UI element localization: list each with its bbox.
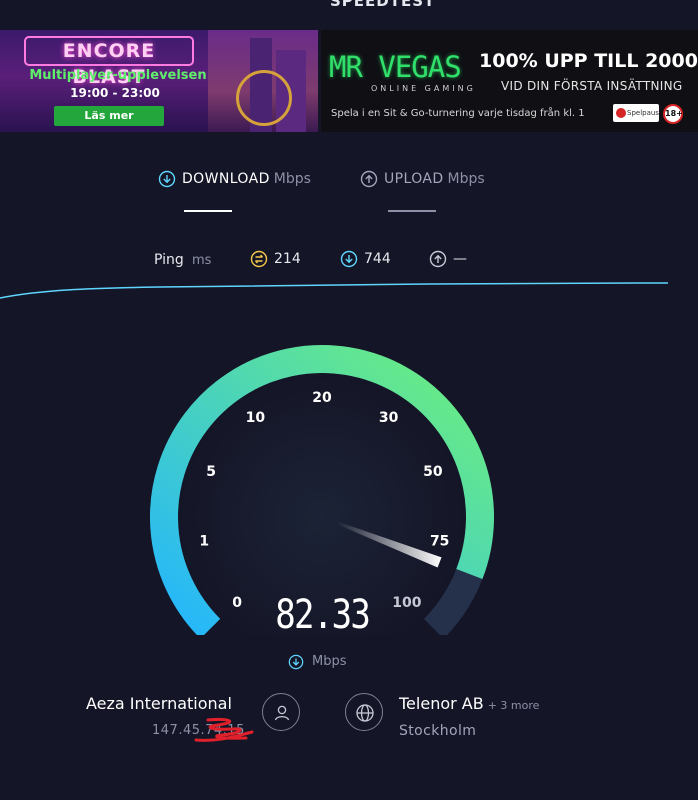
ad-mr-vegas[interactable]: MR VEGAS ONLINE GAMING 100% UPP TILL 200…	[321, 30, 698, 132]
speed-gauge: 0151020305075100	[150, 345, 494, 635]
tab-upload-unit: Mbps	[447, 170, 485, 187]
speed-value: 82.33	[275, 592, 371, 638]
upload-latency-icon	[429, 250, 447, 268]
download-latency-icon	[340, 250, 358, 268]
ad-tagline: Multiplayer-upplevelsen	[29, 68, 207, 83]
ping-download: 744	[340, 250, 391, 270]
download-icon	[158, 170, 176, 187]
tab-download-unit: Mbps	[273, 170, 311, 187]
tab-upload-label: UPLOAD	[384, 170, 444, 187]
gauge-tick-label: 30	[379, 410, 399, 426]
isp-button[interactable]	[262, 693, 300, 731]
ping-idle-value: 214	[274, 251, 301, 267]
ad-logo: MR VEGAS	[329, 50, 462, 84]
tab-upload[interactable]: UPLOAD Mbps	[360, 168, 485, 218]
ping-download-value: 744	[364, 251, 391, 267]
ping-upload: —	[429, 250, 467, 270]
ad-encore-blast[interactable]: ENCORE BLAST Multiplayer-upplevelsen 19:…	[0, 30, 318, 132]
globe-icon	[356, 704, 374, 722]
ping-row: Ping ms 214 744 —	[0, 250, 698, 272]
brand-title: SPEEDTEST	[330, 0, 436, 10]
tab-download[interactable]: DOWNLOAD Mbps	[158, 168, 311, 218]
speed-unit-row: Mbps	[288, 651, 347, 671]
tab-indicator	[388, 210, 436, 212]
gauge-tick-label: 5	[206, 464, 216, 480]
ping-upload-value: —	[453, 251, 467, 267]
gauge-tick-label: 1	[199, 533, 209, 549]
ad-read-more-button[interactable]: Läs mer	[54, 106, 164, 126]
gauge-tick-label: 10	[246, 410, 266, 426]
ping-label: Ping	[154, 252, 184, 268]
download-icon	[288, 654, 304, 669]
gauge-tick-label: 50	[423, 464, 443, 480]
ad-logo-subtitle: ONLINE GAMING	[371, 84, 476, 93]
ping-idle-icon	[250, 250, 268, 268]
gauge-tick-label: 75	[430, 533, 449, 549]
server-location: Stockholm	[399, 723, 477, 739]
ferris-wheel-icon	[236, 70, 292, 126]
server-info: Telenor AB + 3 more Stockholm	[399, 694, 679, 739]
server-name[interactable]: Telenor AB	[399, 694, 484, 713]
spelpaus-badge: Spelpaus	[613, 104, 659, 122]
ad-offer-subtitle: VID DIN FÖRSTA INSÄTTNING	[501, 79, 683, 93]
redaction-scribble	[194, 718, 254, 742]
ad-offer: 100% UPP TILL 2000	[479, 50, 698, 72]
gauge-tick-label: 20	[312, 390, 332, 406]
tab-download-label: DOWNLOAD	[182, 170, 270, 187]
isp-name: Aeza International	[86, 694, 232, 713]
speed-trace-graph	[0, 282, 669, 299]
ad-banner-row: ENCORE BLAST Multiplayer-upplevelsen 19:…	[0, 30, 698, 132]
speed-unit: Mbps	[312, 654, 347, 669]
age-limit-badge: 18+	[663, 104, 683, 124]
server-more-link[interactable]: + 3 more	[488, 699, 540, 712]
ping-unit: ms	[192, 253, 212, 268]
ad-logo: ENCORE BLAST	[24, 36, 194, 88]
test-direction-tabs: DOWNLOAD Mbps UPLOAD Mbps	[0, 168, 698, 218]
user-icon	[274, 705, 290, 721]
ad-promo-text: Spela i en Sit & Go-turnering varje tisd…	[331, 108, 585, 119]
upload-icon	[360, 170, 378, 187]
top-bar: SPEEDTEST	[0, 0, 698, 12]
active-tab-indicator	[184, 210, 232, 212]
speed-reading: 82.33	[200, 592, 444, 638]
ping-idle: 214	[250, 250, 301, 270]
ad-time: 19:00 - 23:00	[70, 86, 160, 100]
change-server-button[interactable]	[345, 693, 383, 731]
